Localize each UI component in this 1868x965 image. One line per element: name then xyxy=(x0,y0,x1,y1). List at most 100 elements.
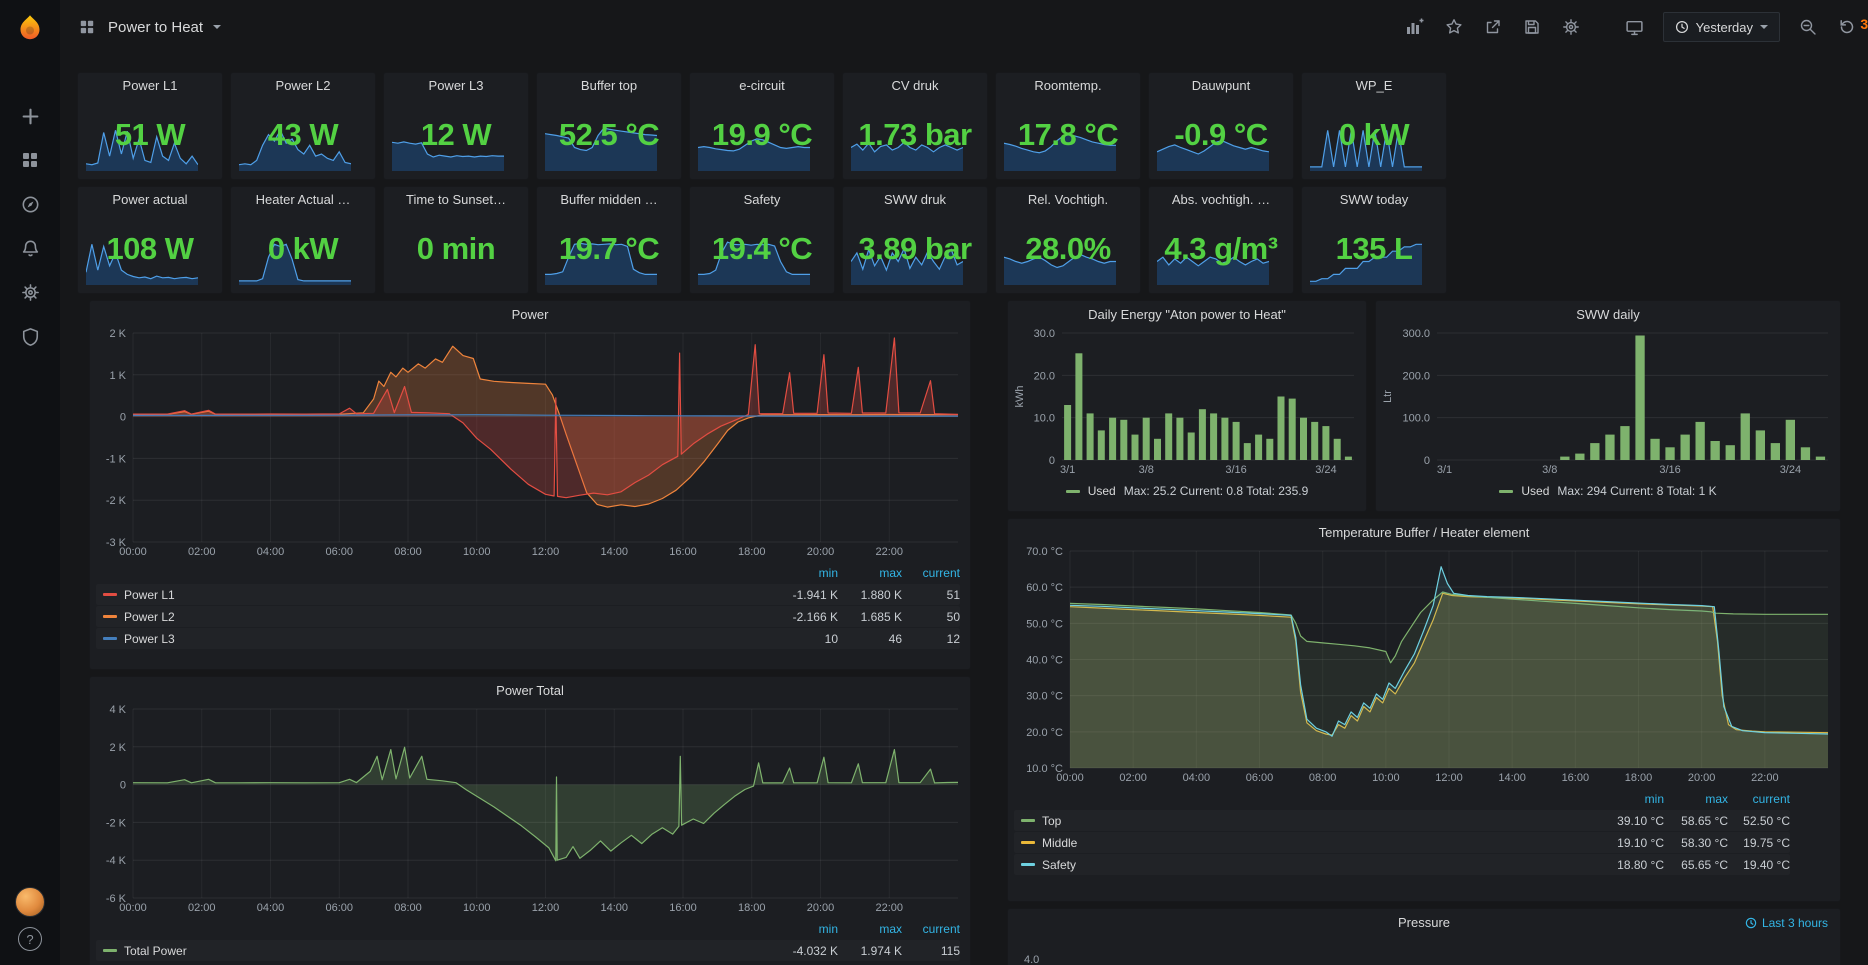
legend-series-name[interactable]: Used xyxy=(1521,484,1549,498)
dashboards-icon[interactable] xyxy=(8,140,52,180)
legend-header-min[interactable]: min xyxy=(1600,792,1664,806)
stat-value: 12 W xyxy=(420,117,492,152)
explore-compass-icon[interactable] xyxy=(8,184,52,224)
legend-header-max[interactable]: max xyxy=(1664,792,1728,806)
time-range-link[interactable]: Last 3 hours xyxy=(1745,916,1828,930)
user-avatar[interactable] xyxy=(15,887,45,917)
stat-panel[interactable]: e-circuit 19.9 °C xyxy=(689,72,835,180)
stat-title[interactable]: SWW today xyxy=(1304,192,1444,207)
panel-header[interactable]: Power Total xyxy=(90,677,970,703)
svg-text:10:00: 10:00 xyxy=(1372,772,1400,784)
stat-title[interactable]: Roomtemp. xyxy=(998,78,1138,93)
stat-title[interactable]: Buffer top xyxy=(539,78,679,93)
stat-title[interactable]: Power L2 xyxy=(233,78,373,93)
stat-panel[interactable]: Buffer midden … 19.7 °C xyxy=(536,186,682,294)
save-icon[interactable] xyxy=(1521,16,1543,38)
legend-value: 39.10 °C xyxy=(1617,813,1664,828)
stat-title[interactable]: Power L1 xyxy=(80,78,220,93)
star-icon[interactable] xyxy=(1443,16,1465,38)
legend-series-name[interactable]: Total Power xyxy=(96,944,774,958)
shield-icon[interactable] xyxy=(8,316,52,356)
legend-header-max[interactable]: max xyxy=(838,566,902,580)
share-icon[interactable] xyxy=(1482,16,1504,38)
stat-title[interactable]: Dauwpunt xyxy=(1151,78,1291,93)
temperature-chart[interactable]: 00:00 02:00 04:00 06:00 08:00 10:00 12:00 14:00… xyxy=(1014,545,1834,785)
power-total-chart[interactable]: 00:00 02:00 04:00 06:00 08:00 10:00 12:00 14:00… xyxy=(96,703,964,915)
legend-series-name[interactable]: Power L2 xyxy=(96,610,774,624)
dashboard-title[interactable]: Power to Heat xyxy=(108,19,203,36)
alerting-bell-icon[interactable] xyxy=(8,228,52,268)
series-color-swatch xyxy=(103,615,117,618)
help-icon[interactable]: ? xyxy=(18,927,42,951)
legend-header-max[interactable]: max xyxy=(838,922,902,936)
caret-down-icon[interactable] xyxy=(213,25,222,29)
stat-title[interactable]: e-circuit xyxy=(692,78,832,93)
stat-title[interactable]: Abs. vochtigh. … xyxy=(1151,192,1291,207)
time-picker[interactable]: Yesterday xyxy=(1662,12,1780,42)
settings-gear-icon[interactable] xyxy=(1560,16,1582,38)
stat-title[interactable]: Heater Actual … xyxy=(233,192,373,207)
stat-title[interactable]: Power actual xyxy=(80,192,220,207)
svg-text:100.0: 100.0 xyxy=(1402,413,1430,425)
stat-panel[interactable]: Power actual 108 W xyxy=(77,186,223,294)
stat-panel[interactable]: Buffer top 52.5 °C xyxy=(536,72,682,180)
legend-header-current[interactable]: current xyxy=(1728,792,1790,806)
legend-series-name[interactable]: Used xyxy=(1088,484,1116,498)
stat-panel[interactable]: Heater Actual … 0 kW xyxy=(230,186,376,294)
stat-panel[interactable]: SWW today 135 L xyxy=(1301,186,1447,294)
stat-panel[interactable]: Safety 19.4 °C xyxy=(689,186,835,294)
create-plus-icon[interactable] xyxy=(8,96,52,136)
stat-panel[interactable]: Time to Sunset… 0 min xyxy=(383,186,529,294)
legend-series-name[interactable]: Power L3 xyxy=(96,632,774,646)
legend-series-name[interactable]: Power L1 xyxy=(96,588,774,602)
dashboard-title-group[interactable]: Power to Heat xyxy=(76,16,222,38)
zoom-out-icon[interactable] xyxy=(1797,16,1819,38)
svg-text:14:00: 14:00 xyxy=(600,902,628,914)
power-chart[interactable]: 00:00 02:00 04:00 06:00 08:00 10:00 12:00 14:00… xyxy=(96,327,964,559)
panel-header[interactable]: SWW daily xyxy=(1376,301,1840,327)
panel-header[interactable]: Temperature Buffer / Heater element xyxy=(1008,519,1840,545)
stat-title[interactable]: CV druk xyxy=(845,78,985,93)
stat-title[interactable]: WP_E xyxy=(1304,78,1444,93)
stat-panel[interactable]: Dauwpunt -0.9 °C xyxy=(1148,72,1294,180)
stat-title[interactable]: Power L3 xyxy=(386,78,526,93)
legend-header-current[interactable]: current xyxy=(902,566,960,580)
daily-energy-chart[interactable]: 30.0 20.0 10.0 0 kWh 3/1 3/8 3/16 3/24 xyxy=(1012,327,1362,477)
stat-title[interactable]: Buffer midden … xyxy=(539,192,679,207)
refresh-interval-fragment[interactable]: 30 xyxy=(1860,16,1868,32)
panel-header[interactable]: Daily Energy "Aton power to Heat" xyxy=(1008,301,1366,327)
stat-title[interactable]: Time to Sunset… xyxy=(386,192,526,207)
add-panel-icon[interactable] xyxy=(1404,16,1426,38)
cycle-view-icon[interactable] xyxy=(1624,16,1646,38)
refresh-icon[interactable] xyxy=(1836,16,1858,38)
legend-header-min[interactable]: min xyxy=(774,566,838,580)
grafana-logo[interactable] xyxy=(10,8,50,48)
stat-panel[interactable]: Power L1 51 W xyxy=(77,72,223,180)
legend-header-row: min max current xyxy=(96,918,960,939)
stat-panel[interactable]: Rel. Vochtigh. 28.0% xyxy=(995,186,1141,294)
stat-panel[interactable]: Abs. vochtigh. … 4.3 g/m³ xyxy=(1148,186,1294,294)
stat-panel[interactable]: Power L2 43 W xyxy=(230,72,376,180)
legend-series-name[interactable]: Middle xyxy=(1014,836,1600,850)
stat-title[interactable]: SWW druk xyxy=(845,192,985,207)
stat-title[interactable]: Safety xyxy=(692,192,832,207)
legend-series-name[interactable]: Top xyxy=(1014,814,1600,828)
legend-series-name[interactable]: Safety xyxy=(1014,858,1600,872)
legend-value: 58.65 °C xyxy=(1681,813,1728,828)
sidebar-bottom: ? xyxy=(15,887,45,951)
stat-value: 0 kW xyxy=(1338,117,1410,152)
settings-gear-icon[interactable] xyxy=(8,272,52,312)
panel-header[interactable]: Pressure xyxy=(1008,909,1840,935)
stat-panel[interactable]: Roomtemp. 17.8 °C xyxy=(995,72,1141,180)
caret-down-icon xyxy=(1760,25,1768,29)
legend-header-min[interactable]: min xyxy=(774,922,838,936)
stat-title[interactable]: Rel. Vochtigh. xyxy=(998,192,1138,207)
stat-panel[interactable]: SWW druk 3.89 bar xyxy=(842,186,988,294)
stat-value: 28.0% xyxy=(1025,231,1111,266)
stat-panel[interactable]: CV druk 1.73 bar xyxy=(842,72,988,180)
legend-header-current[interactable]: current xyxy=(902,922,960,936)
panel-header[interactable]: Power xyxy=(90,301,970,327)
sww-daily-chart[interactable]: 300.0 200.0 100.0 0 Ltr 3/1 3/8 3/16 3/24 xyxy=(1380,327,1836,477)
stat-panel[interactable]: WP_E 0 kW xyxy=(1301,72,1447,180)
stat-panel[interactable]: Power L3 12 W xyxy=(383,72,529,180)
